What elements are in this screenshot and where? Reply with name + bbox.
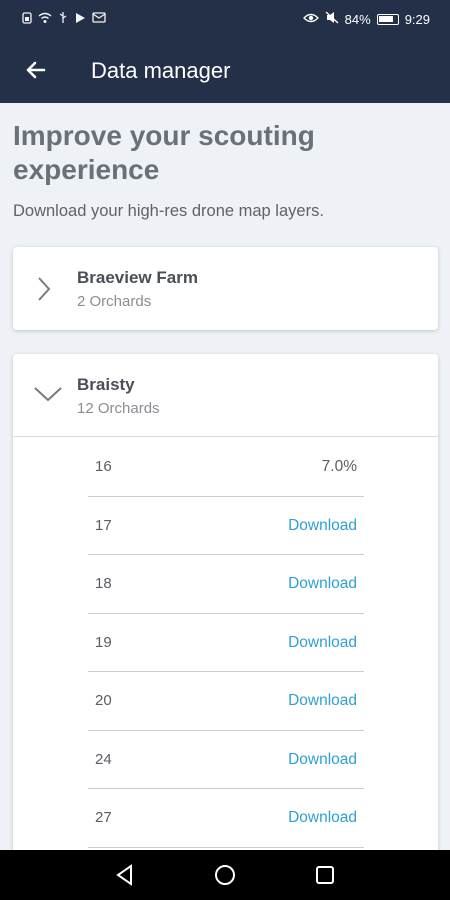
sim-icon bbox=[22, 11, 32, 27]
orchard-row: 17 Download bbox=[88, 497, 364, 555]
orchard-number: 19 bbox=[95, 633, 112, 651]
chevron-right-icon bbox=[38, 277, 51, 301]
download-link[interactable]: Download bbox=[288, 634, 357, 652]
farm-orchard-count: 2 Orchards bbox=[77, 293, 152, 310]
back-button[interactable] bbox=[20, 54, 52, 86]
orchard-row: 16 7.0% bbox=[88, 438, 364, 497]
farm-name: Braeview Farm bbox=[77, 268, 198, 287]
battery-icon bbox=[376, 13, 399, 25]
download-link[interactable]: Download bbox=[288, 692, 357, 710]
battery-fill bbox=[378, 15, 393, 22]
farm-name: Braisty bbox=[77, 375, 135, 394]
status-icons-left bbox=[22, 11, 106, 27]
message-icon bbox=[92, 11, 106, 27]
download-link[interactable]: Download bbox=[288, 751, 357, 769]
triangle-back-icon bbox=[116, 864, 132, 886]
farm-card-header[interactable]: Braisty 12 Orchards bbox=[13, 354, 438, 436]
chevron-down-icon bbox=[34, 387, 62, 402]
orchard-number: 27 bbox=[95, 809, 112, 826]
orchard-number: 24 bbox=[95, 750, 112, 768]
main-content[interactable]: Improve your scouting experience Downloa… bbox=[0, 103, 450, 850]
page-subtitle: Download your high-res drone map layers. bbox=[13, 202, 324, 220]
orchard-row: 19 Download bbox=[88, 614, 364, 672]
orchard-number: 16 bbox=[95, 458, 112, 475]
app-title: Data manager bbox=[91, 58, 231, 83]
mute-icon bbox=[325, 11, 339, 27]
usb-icon bbox=[58, 11, 68, 27]
orchard-row: 18 Download bbox=[88, 555, 364, 614]
system-nav-bar bbox=[0, 850, 450, 900]
wifi-icon bbox=[38, 12, 52, 27]
page-heading: Improve your scouting experience bbox=[13, 120, 315, 185]
orchard-row: 20 Download bbox=[88, 672, 364, 731]
download-progress: 7.0% bbox=[321, 458, 357, 475]
farm-card-braeview[interactable]: Braeview Farm 2 Orchards bbox=[13, 247, 438, 330]
play-icon bbox=[74, 12, 86, 27]
divider bbox=[13, 436, 438, 437]
orchard-number: 18 bbox=[95, 575, 112, 592]
download-link[interactable]: Download bbox=[288, 809, 357, 827]
download-link[interactable]: Download bbox=[288, 575, 357, 593]
circle-home-icon bbox=[215, 865, 235, 885]
app-bar: Data manager bbox=[0, 38, 450, 103]
nav-back-button[interactable] bbox=[111, 861, 139, 889]
status-icons-right: 84% 9:29 bbox=[302, 11, 430, 27]
orchard-number: 20 bbox=[95, 692, 112, 709]
orchard-row: 27 Download bbox=[88, 789, 364, 848]
clock-time: 9:29 bbox=[404, 11, 430, 27]
arrow-left-icon bbox=[26, 61, 46, 79]
orchard-row: 24 Download bbox=[88, 731, 364, 789]
farm-orchard-count: 12 Orchards bbox=[77, 400, 160, 417]
eye-icon bbox=[302, 12, 319, 27]
farm-card-braisty: Braisty 12 Orchards 16 7.0% 17 Download … bbox=[13, 354, 438, 850]
nav-home-button[interactable] bbox=[211, 861, 239, 889]
download-link[interactable]: Download bbox=[288, 517, 357, 535]
status-bar: 84% 9:29 bbox=[0, 0, 450, 38]
orchard-list: 16 7.0% 17 Download 18 Download 19 Downl… bbox=[88, 438, 364, 848]
orchard-number: 17 bbox=[95, 516, 112, 534]
battery-percent: 84% bbox=[344, 11, 371, 27]
nav-recents-button[interactable] bbox=[311, 861, 339, 889]
square-recents-icon bbox=[316, 866, 334, 884]
